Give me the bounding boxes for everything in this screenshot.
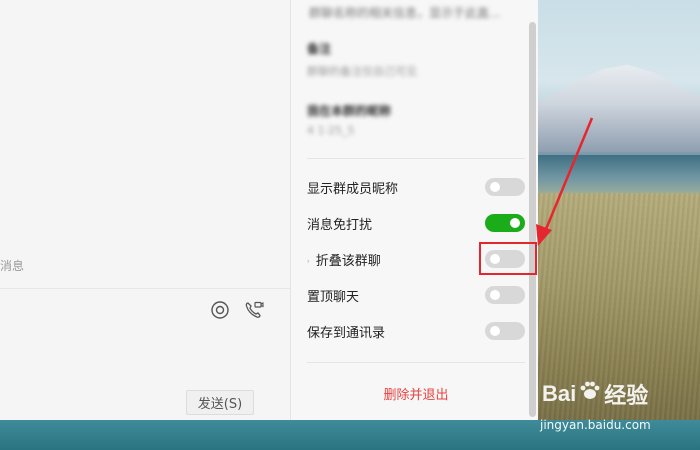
- group-info-text: 群聊名称的相关信息，显示于此直...: [309, 6, 501, 20]
- history-hint[interactable]: 消息: [0, 257, 24, 274]
- video-call-icon[interactable]: [243, 299, 265, 321]
- toggle-switch[interactable]: [485, 286, 525, 304]
- toggle-switch[interactable]: [485, 214, 525, 232]
- emoji-icon[interactable]: [209, 299, 231, 321]
- setting-label: 保存到通讯录: [307, 325, 386, 341]
- paw-icon: [578, 379, 602, 409]
- chat-area: 消息 发送(S): [0, 0, 290, 420]
- setting-save-contacts: 保存到通讯录: [307, 319, 525, 343]
- delete-and-exit-button[interactable]: 删除并退出: [307, 384, 525, 403]
- baidu-jingyan-watermark: Bai 经验: [538, 378, 698, 420]
- setting-label: 消息免打扰: [307, 217, 373, 233]
- setting-label: 显示群成员昵称: [307, 181, 399, 197]
- annotation-highlight-box: [479, 242, 537, 275]
- chat-info-panel: 群聊名称的相关信息，显示于此直... 备注 群聊的备注仅自己可见 我在本群的昵称…: [290, 0, 538, 420]
- setting-mute-notifications: 消息免打扰: [307, 211, 525, 235]
- my-nickname-title: 我在本群的昵称: [307, 104, 392, 118]
- my-nickname-value[interactable]: 4 1·25_5: [307, 124, 355, 137]
- toggle-switch[interactable]: [485, 322, 525, 340]
- send-button[interactable]: 发送(S): [186, 390, 254, 415]
- sub-item-mark: ˒: [307, 257, 310, 268]
- input-divider: [0, 288, 290, 289]
- watermark-logo: Bai 经验: [542, 379, 649, 409]
- setting-label: 置顶聊天: [307, 289, 360, 305]
- watermark-url: jingyan.baidu.com: [540, 418, 651, 432]
- section-divider: [307, 158, 525, 159]
- toggle-switch[interactable]: [485, 178, 525, 196]
- section-divider: [307, 362, 525, 363]
- annotation-arrow-icon: [536, 117, 594, 246]
- setting-label: ˒ 折叠该群聊: [307, 253, 381, 269]
- notes-title: 备注: [307, 42, 332, 56]
- setting-show-nicknames: 显示群成员昵称: [307, 175, 525, 199]
- setting-pin-chat: 置顶聊天: [307, 283, 525, 307]
- notes-value[interactable]: 群聊的备注仅自己可见: [307, 63, 417, 79]
